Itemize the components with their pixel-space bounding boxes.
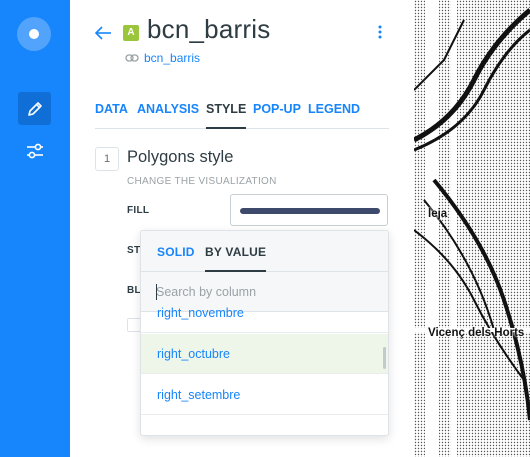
left-rail bbox=[0, 0, 70, 457]
section-title: Polygons style bbox=[127, 148, 234, 166]
tab-style[interactable]: STYLE bbox=[206, 102, 247, 129]
layer-title[interactable]: bcn_barris bbox=[147, 14, 270, 45]
tab-solid[interactable]: SOLID bbox=[157, 245, 195, 259]
fill-color-swatch bbox=[240, 208, 380, 214]
edit-mode-button[interactable] bbox=[18, 92, 51, 125]
tab-popup[interactable]: POP-UP bbox=[253, 102, 301, 116]
scrollbar[interactable] bbox=[383, 347, 386, 369]
layer-letter-badge: A bbox=[123, 25, 139, 41]
column-list: right_novembre right_octubre right_setem… bbox=[141, 306, 388, 435]
fill-mode-tabs: SOLID BY VALUE bbox=[141, 231, 388, 272]
map-canvas bbox=[414, 0, 530, 457]
settings-button[interactable] bbox=[22, 138, 48, 164]
editor-tabs: DATA ANALYSIS STYLE POP-UP LEGEND bbox=[95, 102, 389, 129]
blending-label: BL bbox=[127, 285, 141, 296]
sliders-icon bbox=[27, 143, 43, 159]
list-item-selected[interactable]: right_octubre bbox=[141, 334, 388, 374]
map-place-label: leja bbox=[428, 208, 448, 220]
tab-legend[interactable]: LEGEND bbox=[308, 102, 360, 116]
more-options-icon[interactable] bbox=[376, 24, 384, 40]
back-arrow-icon[interactable] bbox=[94, 24, 112, 42]
list-item[interactable]: right_novembre bbox=[141, 293, 388, 333]
fill-label: FILL bbox=[127, 205, 150, 216]
link-icon bbox=[125, 54, 139, 62]
map-place-label: Vicenç dels Horts bbox=[428, 327, 525, 339]
tab-by-value[interactable]: BY VALUE bbox=[205, 245, 267, 272]
fill-color-selector[interactable] bbox=[230, 194, 388, 226]
map-view[interactable]: leja Vicenç dels Horts bbox=[414, 0, 530, 457]
pencil-icon bbox=[27, 101, 42, 116]
tab-data[interactable]: DATA bbox=[95, 102, 128, 116]
list-item[interactable]: right_setembre bbox=[141, 375, 388, 415]
stroke-label: ST bbox=[127, 245, 141, 256]
fill-dropdown: SOLID BY VALUE right_novembre right_octu… bbox=[140, 230, 389, 436]
section-subtitle: CHANGE THE VISUALIZATION bbox=[127, 176, 277, 187]
dataset-source-link[interactable]: bcn_barris bbox=[144, 51, 200, 65]
carto-logo[interactable] bbox=[17, 17, 51, 51]
option-checkbox[interactable] bbox=[127, 318, 141, 332]
step-number: 1 bbox=[95, 147, 119, 171]
tab-analysis[interactable]: ANALYSIS bbox=[137, 102, 199, 116]
